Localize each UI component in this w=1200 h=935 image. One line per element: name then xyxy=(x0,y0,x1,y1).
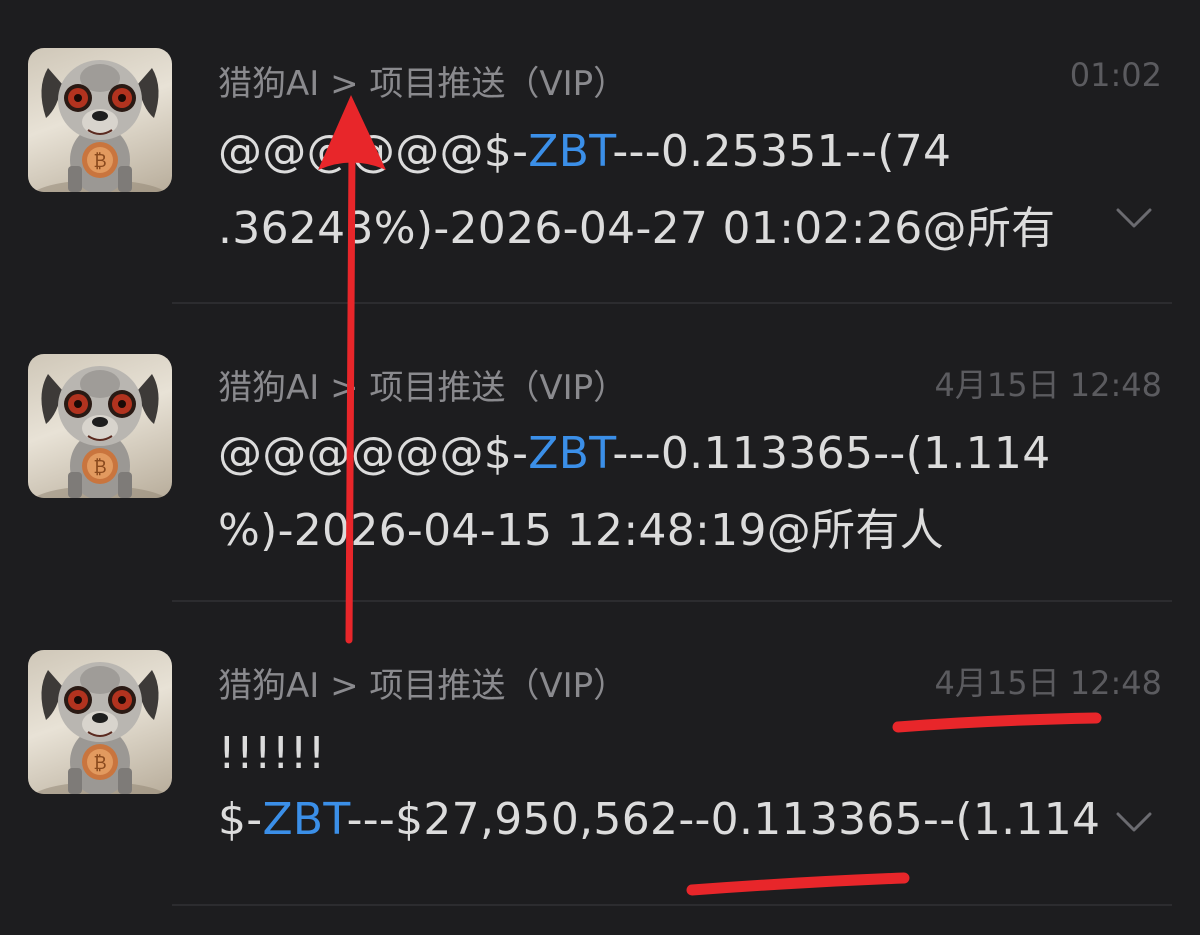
message-header: 猎狗AI > 项目推送（VIP） 4月15日 12:48 xyxy=(218,360,1162,410)
message-feed: 猎狗AI > 项目推送（VIP） 01:02 @@@@@@$-ZBT---0.2… xyxy=(0,0,1200,935)
chevron-down-icon[interactable] xyxy=(1116,812,1152,832)
divider xyxy=(172,904,1172,906)
message-header: 猎狗AI > 项目推送（VIP） 01:02 xyxy=(218,56,1162,106)
sender-name: 猎狗AI > 项目推送（VIP） xyxy=(218,368,628,408)
ticker-link[interactable]: ZBT xyxy=(528,428,612,479)
message-line-1: @@@@@@$-ZBT---0.113365--(1.114 xyxy=(218,428,1051,479)
divider xyxy=(172,600,1172,602)
message-line-1: !!!!!! xyxy=(218,728,326,779)
message-time: 01:02 xyxy=(1069,56,1162,94)
avatar[interactable] xyxy=(28,354,172,498)
robot-dog-icon xyxy=(29,661,171,794)
sender-name: 猎狗AI > 项目推送（VIP） xyxy=(218,666,628,706)
message-line-2: %)-2026-04-15 12:48:19@所有人 xyxy=(218,505,944,556)
message-header: 猎狗AI > 项目推送（VIP） 4月15日 12:48 xyxy=(218,658,1162,708)
robot-dog-icon xyxy=(29,59,171,192)
ticker-link[interactable]: ZBT xyxy=(262,794,346,845)
message-line-1: @@@@@@$-ZBT---0.25351--(74 xyxy=(218,126,952,177)
ticker-link[interactable]: ZBT xyxy=(528,126,612,177)
chevron-down-icon[interactable] xyxy=(1116,208,1152,228)
message-line-2: $-ZBT---$27,950,562--0.113365--(1.114 xyxy=(218,794,1101,845)
avatar[interactable] xyxy=(28,48,172,192)
robot-dog-icon xyxy=(29,365,171,498)
avatar[interactable] xyxy=(28,650,172,794)
sender-name: 猎狗AI > 项目推送（VIP） xyxy=(218,64,628,104)
divider xyxy=(172,302,1172,304)
message-time: 4月15日 12:48 xyxy=(934,664,1162,702)
message-time: 4月15日 12:48 xyxy=(934,366,1162,404)
message-line-2: .36243%)-2026-04-27 01:02:26@所有 xyxy=(218,203,1056,254)
